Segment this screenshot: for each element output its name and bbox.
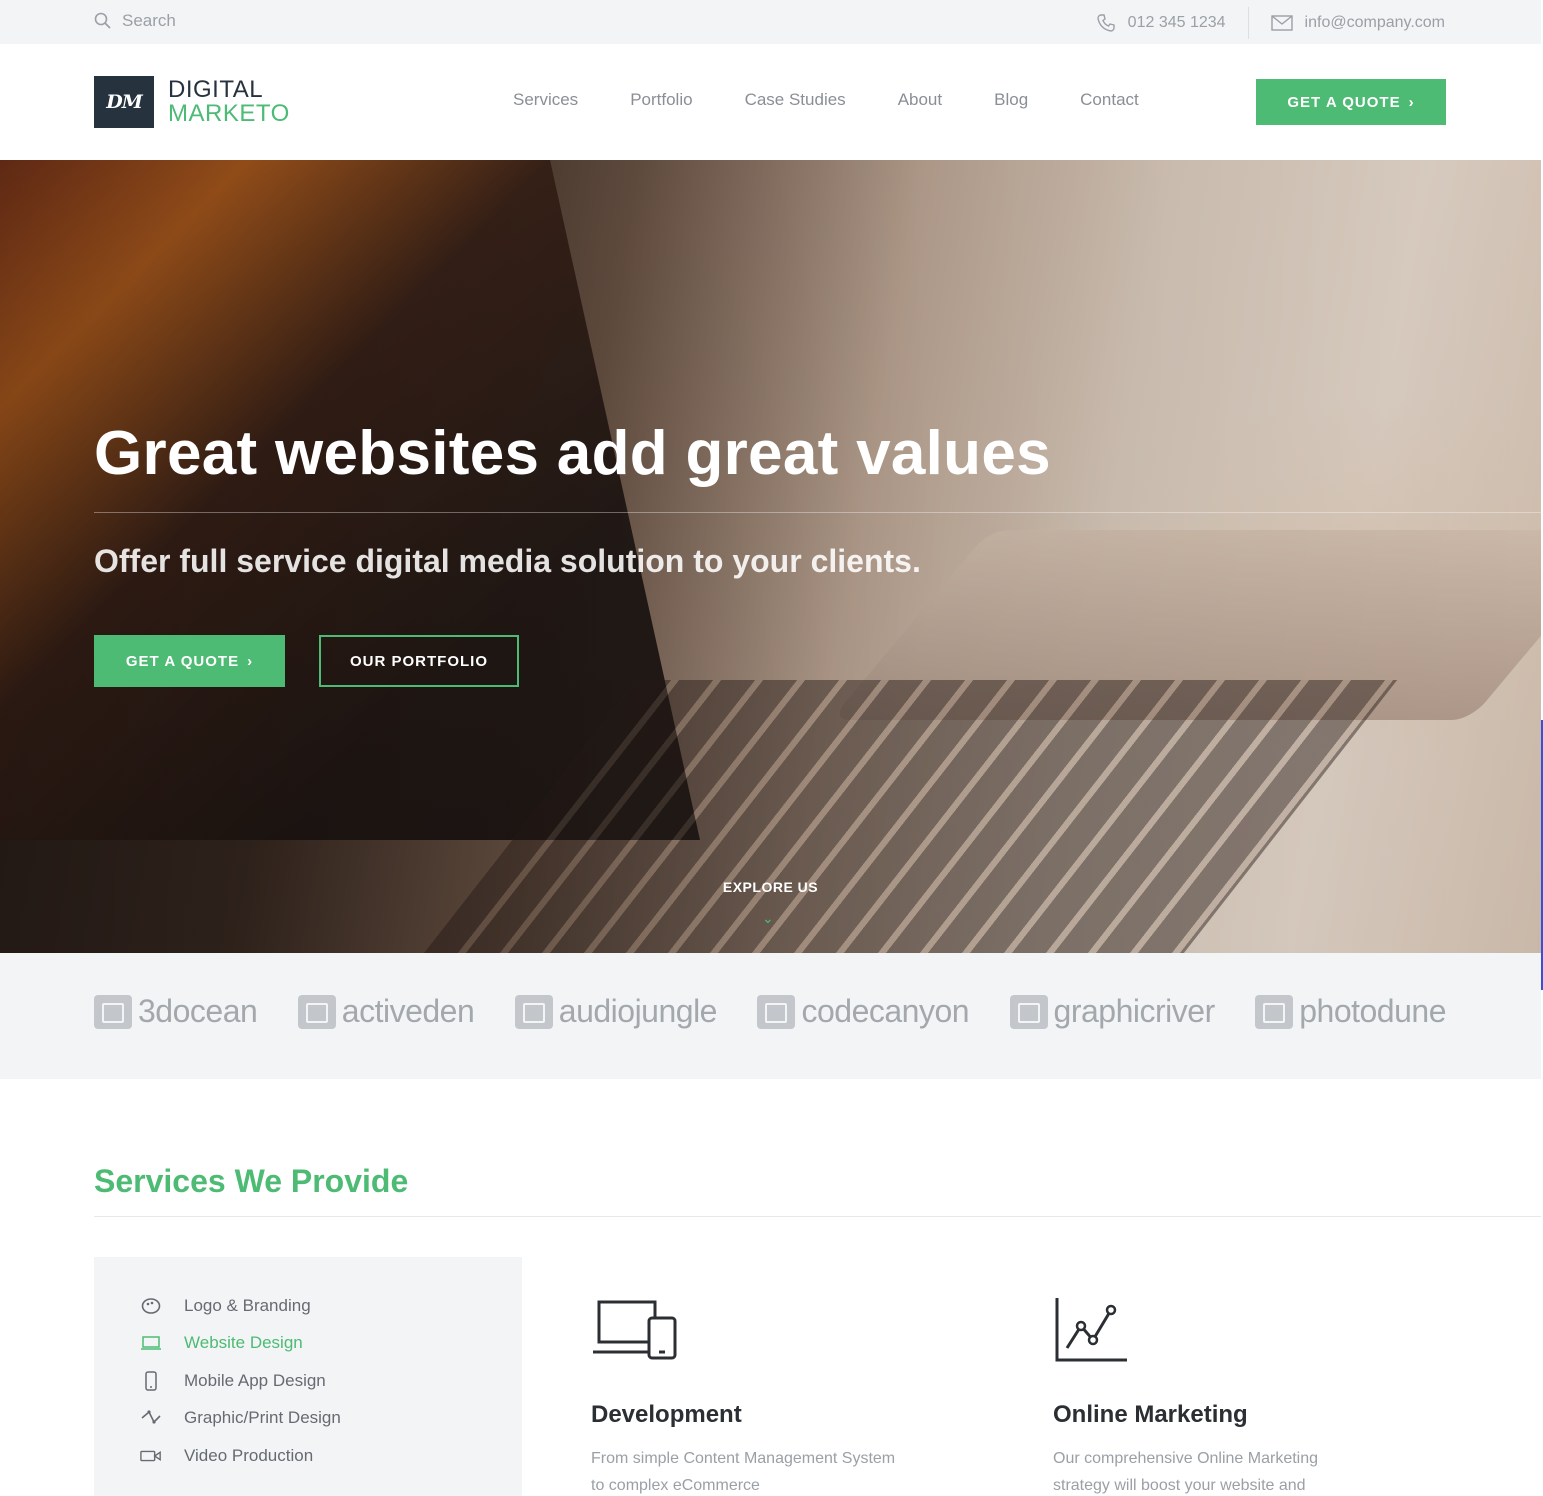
- activeden-logo-icon: [297, 994, 336, 1029]
- hero-subtitle: Offer full service digital media solutio…: [94, 543, 921, 579]
- search-box[interactable]: Search: [94, 11, 176, 31]
- phone-number[interactable]: 012 345 1234: [1128, 14, 1226, 32]
- line-chart-icon: [1055, 1298, 1127, 1362]
- service-item-label: Video Production: [184, 1445, 314, 1465]
- service-item-label: Mobile App Design: [184, 1370, 326, 1390]
- hero-portfolio-button[interactable]: OUR PORTFOLIO: [319, 635, 519, 687]
- nav-contact[interactable]: Contact: [1080, 90, 1139, 110]
- phone-icon: [1096, 14, 1115, 32]
- brand-graphicriver[interactable]: graphicriver: [1009, 993, 1216, 1030]
- brand-audiojungle[interactable]: audiojungle: [514, 993, 718, 1030]
- brand-photodune[interactable]: photodune: [1255, 993, 1446, 1030]
- feature-text: Our comprehensive Online Marketing strat…: [1053, 1450, 1319, 1494]
- codecanyon-logo-icon: [757, 994, 796, 1029]
- explore-us-link[interactable]: EXPLORE US: [0, 879, 1541, 895]
- video-camera-icon: [140, 1445, 162, 1467]
- nav-about[interactable]: About: [898, 90, 942, 110]
- brand-logos-strip: 3docean activeden audiojungle codecanyon…: [0, 953, 1541, 1079]
- email-address[interactable]: info@company.com: [1305, 14, 1445, 32]
- photodune-logo-icon: [1255, 994, 1294, 1029]
- brand-name: audiojungle: [558, 993, 718, 1029]
- chevron-right-icon: ›: [1408, 93, 1415, 111]
- palette-icon: [140, 1295, 162, 1317]
- laptop-icon: [140, 1332, 162, 1354]
- hero-get-quote-label: GET A QUOTE: [125, 652, 240, 670]
- logo-mark: DM: [94, 76, 154, 128]
- feature-text: From simple Content Management System to…: [591, 1450, 896, 1494]
- top-utility-bar: Search 012 345 1234 info@company.com: [0, 0, 1541, 44]
- chevron-right-icon: ›: [247, 652, 254, 670]
- service-item-label: Website Design: [184, 1333, 303, 1353]
- logo-line-1: DIGITAL: [168, 76, 264, 103]
- graphicriver-logo-icon: [1009, 994, 1048, 1029]
- brand-3docean[interactable]: 3docean: [94, 993, 258, 1030]
- chevron-down-icon[interactable]: ⌄: [762, 910, 774, 927]
- feature-development: Development From simple Content Manageme…: [591, 1296, 1011, 1496]
- service-item-mobile-app-design[interactable]: Mobile App Design: [140, 1362, 522, 1400]
- service-item-graphic-print-design[interactable]: Graphic/Print Design: [140, 1400, 522, 1438]
- feature-online-marketing: Online Marketing Our comprehensive Onlin…: [1053, 1296, 1473, 1496]
- brand-name: 3docean: [138, 993, 258, 1029]
- vector-icon: [140, 1407, 162, 1429]
- hero-get-quote-button[interactable]: GET A QUOTE ›: [94, 635, 285, 687]
- search-input[interactable]: Search: [122, 11, 176, 31]
- hero-divider: [94, 512, 1541, 513]
- contact-info: 012 345 1234 info@company.com: [1096, 7, 1445, 39]
- logo-wordmark: DIGITAL MARKETO: [168, 78, 290, 126]
- logo-line-2: MARKETO: [168, 100, 290, 127]
- feature-title: Development: [591, 1401, 742, 1428]
- service-item-logo-branding[interactable]: Logo & Branding: [140, 1287, 522, 1325]
- mobile-icon: [140, 1370, 162, 1392]
- services-title: Services We Provide: [94, 1163, 409, 1199]
- site-header: DM DIGITAL MARKETO Services Portfolio Ca…: [0, 44, 1541, 160]
- search-icon[interactable]: [94, 12, 112, 30]
- header-get-quote-button[interactable]: GET A QUOTE ›: [1256, 79, 1446, 125]
- main-nav: Services Portfolio Case Studies About Bl…: [513, 90, 1139, 110]
- envelope-icon: [1270, 15, 1293, 31]
- services-divider: [94, 1216, 1541, 1217]
- contact-divider: [1247, 7, 1249, 39]
- 3docean-logo-icon: [94, 994, 132, 1029]
- feature-title: Online Marketing: [1053, 1401, 1248, 1428]
- hero-title: Great websites add great values: [94, 419, 1051, 488]
- service-item-label: Graphic/Print Design: [184, 1408, 341, 1428]
- audiojungle-logo-icon: [514, 994, 553, 1029]
- nav-case-studies[interactable]: Case Studies: [745, 90, 846, 110]
- brand-name: graphicriver: [1053, 993, 1216, 1029]
- service-item-website-design[interactable]: Website Design: [140, 1325, 522, 1363]
- brand-codecanyon[interactable]: codecanyon: [757, 993, 970, 1030]
- service-item-video-production[interactable]: Video Production: [140, 1437, 522, 1475]
- service-item-label: Logo & Branding: [184, 1295, 311, 1315]
- devices-icon: [593, 1300, 677, 1360]
- nav-blog[interactable]: Blog: [994, 90, 1028, 110]
- brand-name: activeden: [341, 993, 475, 1029]
- hero-banner: Great websites add great values Offer fu…: [0, 160, 1541, 953]
- site-logo[interactable]: DM DIGITAL MARKETO: [94, 76, 290, 128]
- nav-portfolio[interactable]: Portfolio: [630, 90, 692, 110]
- services-list: Logo & Branding Website Design Mobile Ap…: [94, 1257, 522, 1496]
- hero-portfolio-label: OUR PORTFOLIO: [350, 652, 488, 670]
- header-get-quote-label: GET A QUOTE: [1287, 93, 1401, 111]
- brand-name: photodune: [1299, 993, 1446, 1029]
- nav-services[interactable]: Services: [513, 90, 578, 110]
- brand-name: codecanyon: [801, 993, 970, 1029]
- brand-activeden[interactable]: activeden: [297, 993, 475, 1030]
